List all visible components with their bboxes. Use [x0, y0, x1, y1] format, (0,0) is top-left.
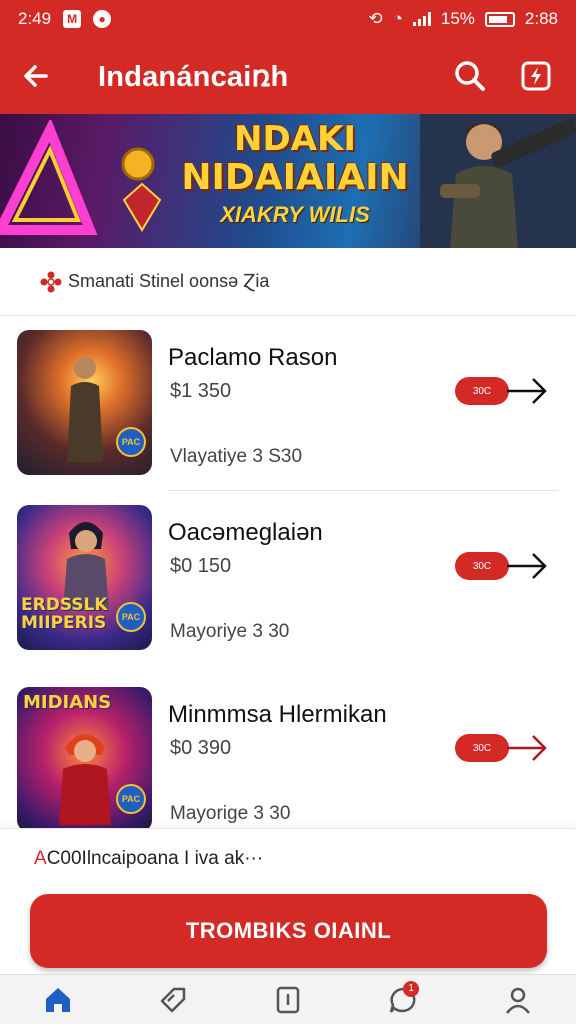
notification-badge: 1 — [403, 980, 420, 997]
game-meta: Vlayatiye 3 S30 — [170, 446, 303, 467]
page-title: Indanánᴄaiռh — [98, 60, 289, 93]
game-price: $1 350 — [170, 380, 232, 402]
game-badge: PAC — [116, 602, 146, 632]
notice-row[interactable]: Smanati Stinel oonsə Ɀia — [0, 248, 576, 316]
warrior-figure — [67, 357, 103, 462]
game-meta: Mayoriye 3 30 — [170, 621, 290, 642]
soldier-character-image — [420, 114, 576, 248]
coin-icon — [121, 147, 155, 181]
banner-heading-top: NDAKI — [234, 119, 356, 159]
summary-strip[interactable]: AC00Ilncaipoana I iva ak··· — [0, 828, 576, 888]
vibrate-icon: ⟲ — [368, 9, 383, 28]
list-item[interactable]: ERDSSLK MIIPERIS PAC Oacəmeglaiən $0 150… — [0, 491, 576, 673]
list-item[interactable]: PAC Paclamo Rason $1 350 Vlayatiye 3 S30… — [0, 316, 576, 491]
nav-home[interactable] — [28, 975, 88, 1024]
game-art-title: ERDSSLK MIIPERIS — [21, 595, 108, 633]
gmail-icon: M — [63, 10, 82, 28]
game-thumbnail: PAC — [17, 330, 152, 475]
game-art-title: MIDIANS — [23, 692, 112, 713]
profile-icon — [506, 987, 531, 1014]
game-price: $0 150 — [170, 555, 232, 577]
game-price: $0 390 — [170, 737, 232, 759]
nav-profile[interactable] — [488, 975, 548, 1024]
promo-banner[interactable]: NDAKI NIDAIAIAIN XIAKRY WILIS — [0, 114, 576, 248]
game-thumbnail: MIDIANS PAC — [17, 687, 152, 828]
game-title: Minmmsa Hlermikan — [168, 701, 387, 728]
open-game-button[interactable]: 30C — [455, 731, 551, 765]
quick-action-button[interactable] — [514, 54, 558, 98]
primary-cta-button[interactable]: TROMBIKS OIAINL — [30, 894, 547, 968]
nav-library[interactable] — [258, 975, 318, 1024]
arrow-right-icon — [507, 553, 547, 579]
search-button[interactable] — [448, 54, 492, 98]
tag-icon — [160, 987, 186, 1012]
summary-accent: A — [34, 847, 47, 869]
neon-triangle-graphic — [0, 120, 98, 235]
back-button[interactable] — [0, 38, 72, 114]
app-notification-icon: ● — [93, 10, 112, 28]
go-label: 30C — [455, 552, 509, 580]
bottom-nav: 1 — [0, 974, 576, 1024]
arrow-right-icon — [507, 735, 547, 761]
status-time: 2:49 — [18, 9, 52, 28]
arrow-right-icon — [507, 378, 547, 404]
search-icon — [455, 61, 485, 91]
summary-text: AC00Ilncaipoana I iva ak··· — [34, 848, 263, 870]
open-game-button[interactable]: 30C — [455, 374, 551, 408]
game-title: Oacəmeglaiən — [168, 519, 323, 546]
battery-icon — [484, 11, 515, 27]
status-clock-right: 2:88 — [524, 9, 558, 28]
status-bar: 2:49 M ● ⟲ ◔ 15% 2:88 — [0, 0, 576, 38]
game-list: PAC Paclamo Rason $1 350 Vlayatiye 3 S30… — [0, 316, 576, 828]
banner-subheading: XIAKRY WILIS — [220, 202, 370, 227]
nav-messages[interactable]: 1 — [373, 975, 433, 1024]
open-game-button[interactable]: 30C — [455, 549, 551, 583]
redhead-figure — [59, 734, 111, 825]
battery-percent: 15% — [440, 9, 475, 28]
app-bar: Indanánᴄaiռh — [0, 38, 576, 114]
wifi-icon: ◔ — [392, 9, 403, 28]
game-badge: PAC — [116, 784, 146, 814]
banner-heading-main: NIDAIAIAIN — [181, 157, 409, 198]
home-icon — [45, 987, 70, 1012]
nav-deals[interactable] — [143, 975, 203, 1024]
game-badge: PAC — [116, 427, 146, 457]
go-label: 30C — [455, 734, 509, 762]
summary-body: C00Ilncaipoana I iva ak··· — [46, 847, 264, 869]
signal-icon — [412, 12, 431, 26]
game-meta: Mayorige 3 30 — [170, 803, 291, 824]
list-item[interactable]: MIDIANS PAC Minmmsa Hlermikan $0 390 May… — [0, 673, 576, 828]
flower-icon — [40, 271, 62, 292]
notice-text: Smanati Stinel oonsə Ɀia — [68, 271, 270, 291]
bolt-box-icon — [521, 61, 551, 91]
game-thumbnail: ERDSSLK MIIPERIS PAC — [17, 505, 152, 650]
arrow-left-icon — [24, 65, 48, 87]
card-icon — [276, 986, 300, 1013]
game-title: Paclamo Rason — [168, 344, 338, 371]
gem-icon — [122, 182, 162, 232]
go-label: 30C — [455, 377, 509, 405]
